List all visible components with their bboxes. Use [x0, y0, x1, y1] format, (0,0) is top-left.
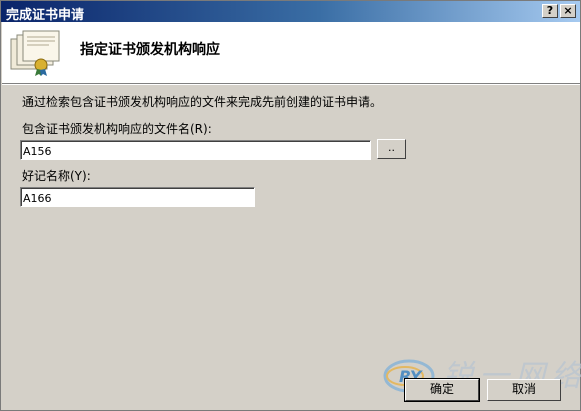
header-divider [2, 83, 580, 85]
title-bar[interactable]: 完成证书申请 ? × [1, 1, 580, 23]
close-button[interactable]: × [560, 4, 576, 18]
intro-text: 通过检索包含证书颁发机构响应的文件来完成先前创建的证书申请。 [22, 95, 383, 109]
cancel-button[interactable]: 取消 [487, 379, 561, 401]
friendly-name-input[interactable] [20, 187, 255, 207]
friendly-name-label: 好记名称(Y): [22, 169, 91, 183]
page-title: 指定证书颁发机构响应 [80, 42, 220, 58]
file-name-input[interactable] [20, 140, 371, 160]
dialog-window: 完成证书申请 ? × 指定证书颁发机构响应 通过检索包含证书颁发机构响应的文件来… [0, 0, 581, 411]
ok-button[interactable]: 确定 [404, 378, 480, 402]
browse-button[interactable]: .. [377, 139, 406, 159]
window-title: 完成证书申请 [6, 8, 85, 23]
help-button[interactable]: ? [542, 4, 558, 18]
file-name-label: 包含证书颁发机构响应的文件名(R): [22, 122, 212, 136]
certificate-icon [10, 30, 60, 76]
wizard-header: 指定证书颁发机构响应 [2, 22, 580, 83]
